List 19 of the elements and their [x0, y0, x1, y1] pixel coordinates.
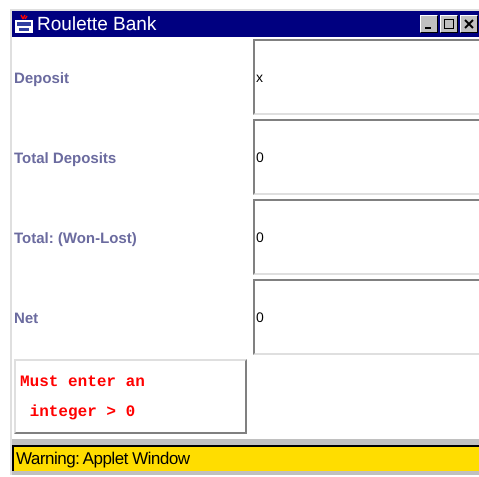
- maximize-button[interactable]: [440, 15, 458, 33]
- close-icon: [464, 19, 474, 29]
- field-label: Total Deposits: [13, 148, 118, 169]
- maximize-icon: [444, 19, 454, 29]
- field-label: Deposit: [13, 68, 70, 89]
- status-bar: Warning: Applet Window: [12, 445, 479, 471]
- minimize-icon: [425, 26, 431, 28]
- app-icon: [14, 14, 34, 34]
- text-field[interactable]: 0: [253, 279, 479, 355]
- text-field[interactable]: 0: [253, 199, 479, 275]
- field-label: Total: (Won-Lost): [13, 228, 138, 249]
- close-button[interactable]: [460, 15, 478, 33]
- minimize-button[interactable]: [420, 15, 438, 33]
- field-label: Net: [13, 308, 40, 329]
- error-message: integer > 0: [28, 402, 136, 422]
- text-field[interactable]: x: [253, 39, 479, 115]
- window-title: Roulette Bank: [37, 14, 156, 34]
- error-message: Must enter an: [20, 372, 145, 392]
- text-field[interactable]: 0: [253, 119, 479, 195]
